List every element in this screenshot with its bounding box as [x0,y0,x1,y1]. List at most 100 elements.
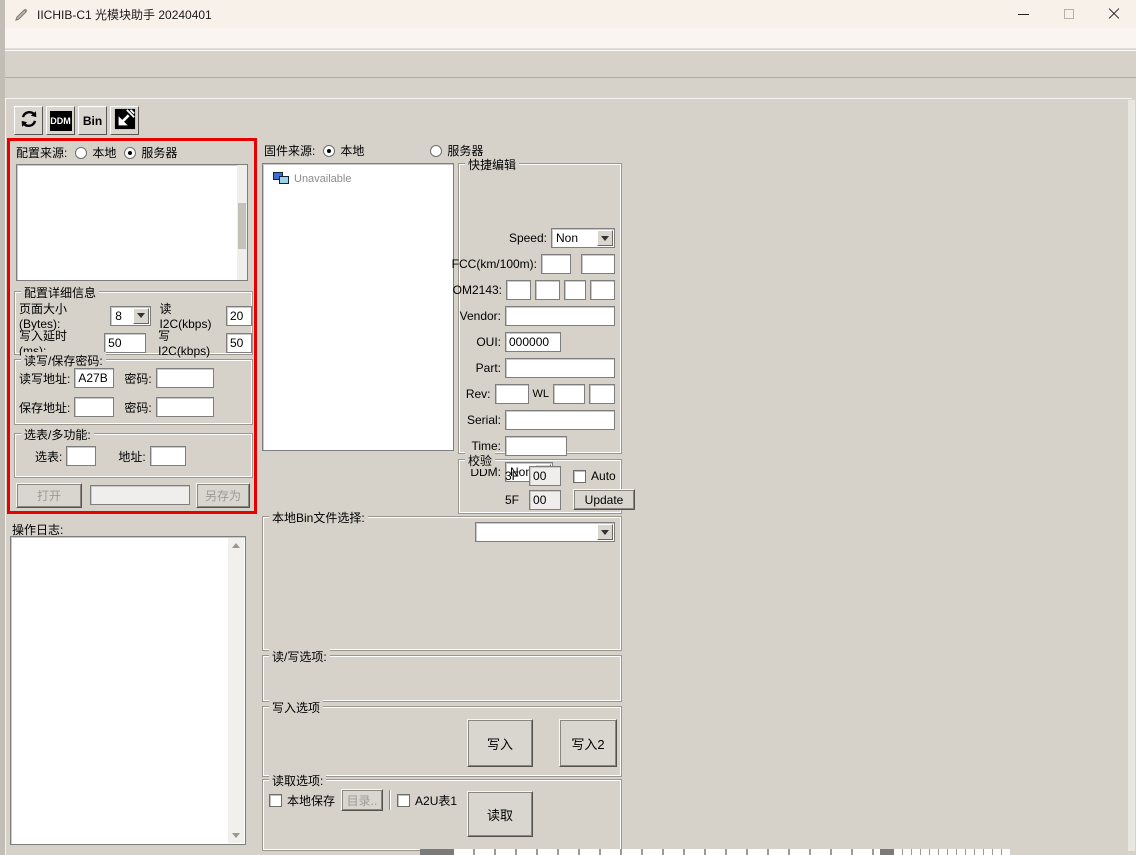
part-label: Part: [476,361,501,375]
fcc-input-2[interactable] [581,254,615,274]
a2u-table1-checkbox[interactable]: A2U表1 [397,792,457,809]
scroll-up-icon[interactable] [228,538,244,553]
speed-label: Speed: [509,231,547,245]
rw-password-input[interactable] [156,368,214,388]
config-path-field[interactable] [90,485,190,505]
write-delay-input[interactable] [104,333,146,353]
write2-button[interactable]: 写入2 [559,719,617,767]
vendor-input[interactable] [505,306,615,326]
refresh-icon [18,108,40,133]
ddm-toolbar-button[interactable]: DDM [46,106,75,135]
app-icon [14,7,29,22]
wl-label: WL [533,388,550,400]
om-input-2[interactable] [535,280,560,300]
wl-input-2[interactable] [589,384,615,404]
dropdown-arrow-icon [597,230,613,246]
save-addr-label: 保存地址: [19,399,70,416]
save-addr-input[interactable] [74,397,114,417]
bin-file-select[interactable] [475,522,615,542]
firmware-source-label: 固件来源: [264,142,315,159]
verify-title: 校验 [465,452,495,469]
partial-grid-sliver [894,849,1010,855]
om-input-1[interactable] [506,280,531,300]
minimize-button[interactable] [1001,0,1046,28]
radio-icon [75,147,87,159]
stamp-toolbar-button[interactable] [110,106,139,135]
part-input[interactable] [505,358,615,378]
firmware-item-label: Unavailable [294,173,351,185]
bin-select-group: 本地Bin文件选择: [262,516,622,651]
time-input[interactable] [505,436,567,456]
rw-addr-label: 读写地址: [19,370,70,387]
dropdown-arrow-icon [133,308,149,324]
scrollbar-thumb[interactable] [238,203,246,249]
open-config-button[interactable]: 打开 [16,483,82,508]
bin-select-title: 本地Bin文件选择: [269,509,368,526]
dropdown-arrow-icon [597,524,613,540]
password-group-title: 读写/保存密码: [21,352,106,369]
firmware-tree: Unavailable [262,163,454,451]
save-password-input[interactable] [156,397,214,417]
save-as-button[interactable]: 另存为 [196,483,250,508]
rw-addr-input[interactable] [74,368,114,388]
om-input-4[interactable] [590,280,615,300]
wl-input-1[interactable] [553,384,585,404]
maximize-button[interactable] [1046,0,1091,28]
write-i2c-input[interactable] [226,333,252,353]
read-i2c-input[interactable] [226,306,252,326]
minimize-icon [1018,14,1029,15]
directory-button[interactable]: 目录.. [341,789,383,811]
radio-icon [124,147,136,159]
select-table-title: 选表/多功能: [21,426,94,443]
checkbox-icon [573,470,586,483]
verify-5f-label: 5F [505,493,519,507]
config-source-server-radio[interactable]: 服务器 [124,144,177,161]
quick-edit-title: 快捷编辑 [465,156,519,173]
read-options-group: 读取选项: 本地保存 目录.. A2U表1 读取 [262,779,622,851]
bin-toolbar-button[interactable]: Bin [78,106,107,135]
firmware-tree-item[interactable]: Unavailable [273,172,453,185]
desktop-edge [0,0,5,855]
close-icon [1108,8,1120,20]
refresh-button[interactable] [14,106,43,135]
address-input[interactable] [150,446,186,466]
rev-input[interactable] [495,384,529,404]
update-button[interactable]: Update [573,489,635,510]
page-size-select[interactable]: 8 [110,306,151,326]
firmware-source-local-radio[interactable]: 本地 [323,142,364,159]
oui-input[interactable] [505,332,561,352]
verify-3f-label: 3F [505,469,519,483]
fcc-input-1[interactable] [541,254,571,274]
partial-grid-sliver [454,849,880,855]
tree-scrollbar[interactable] [237,165,247,280]
write-i2c-label: 写I2C(kbps) [158,327,222,358]
verify-3f-input[interactable] [529,466,561,486]
partial-grid-sliver [880,849,894,855]
right-gutter [1128,100,1135,851]
write-button[interactable]: 写入 [467,719,533,767]
vendor-label: Vendor: [460,309,501,323]
verify-auto-checkbox[interactable]: Auto [573,469,616,483]
select-table-input[interactable] [66,446,96,466]
local-save-checkbox[interactable]: 本地保存 [269,792,335,809]
config-detail-title: 配置详细信息 [21,284,99,301]
config-detail-group: 配置详细信息 页面大小(Bytes): 8 读I2C(kbps) 写入延时(ms… [14,291,253,355]
checkbox-icon [269,794,282,807]
config-source-local-radio[interactable]: 本地 [75,144,116,161]
verify-5f-input[interactable] [529,490,561,510]
om-input-3[interactable] [564,280,586,300]
scroll-down-icon[interactable] [228,828,244,843]
address-label: 地址: [118,448,145,465]
serial-input[interactable] [505,410,615,430]
separator [389,790,391,810]
close-button[interactable] [1091,0,1136,28]
bin-icon: Bin [83,114,102,128]
title-bar: IICHIB-C1 光模块助手 20240401 [0,0,1136,28]
read-button[interactable]: 读取 [467,791,533,837]
invert-arrow-icon [114,108,136,133]
serial-label: Serial: [467,413,501,427]
maximize-icon [1064,9,1074,19]
speed-select[interactable]: Non [551,228,615,248]
log-box [10,536,246,845]
log-scrollbar[interactable] [228,538,244,843]
